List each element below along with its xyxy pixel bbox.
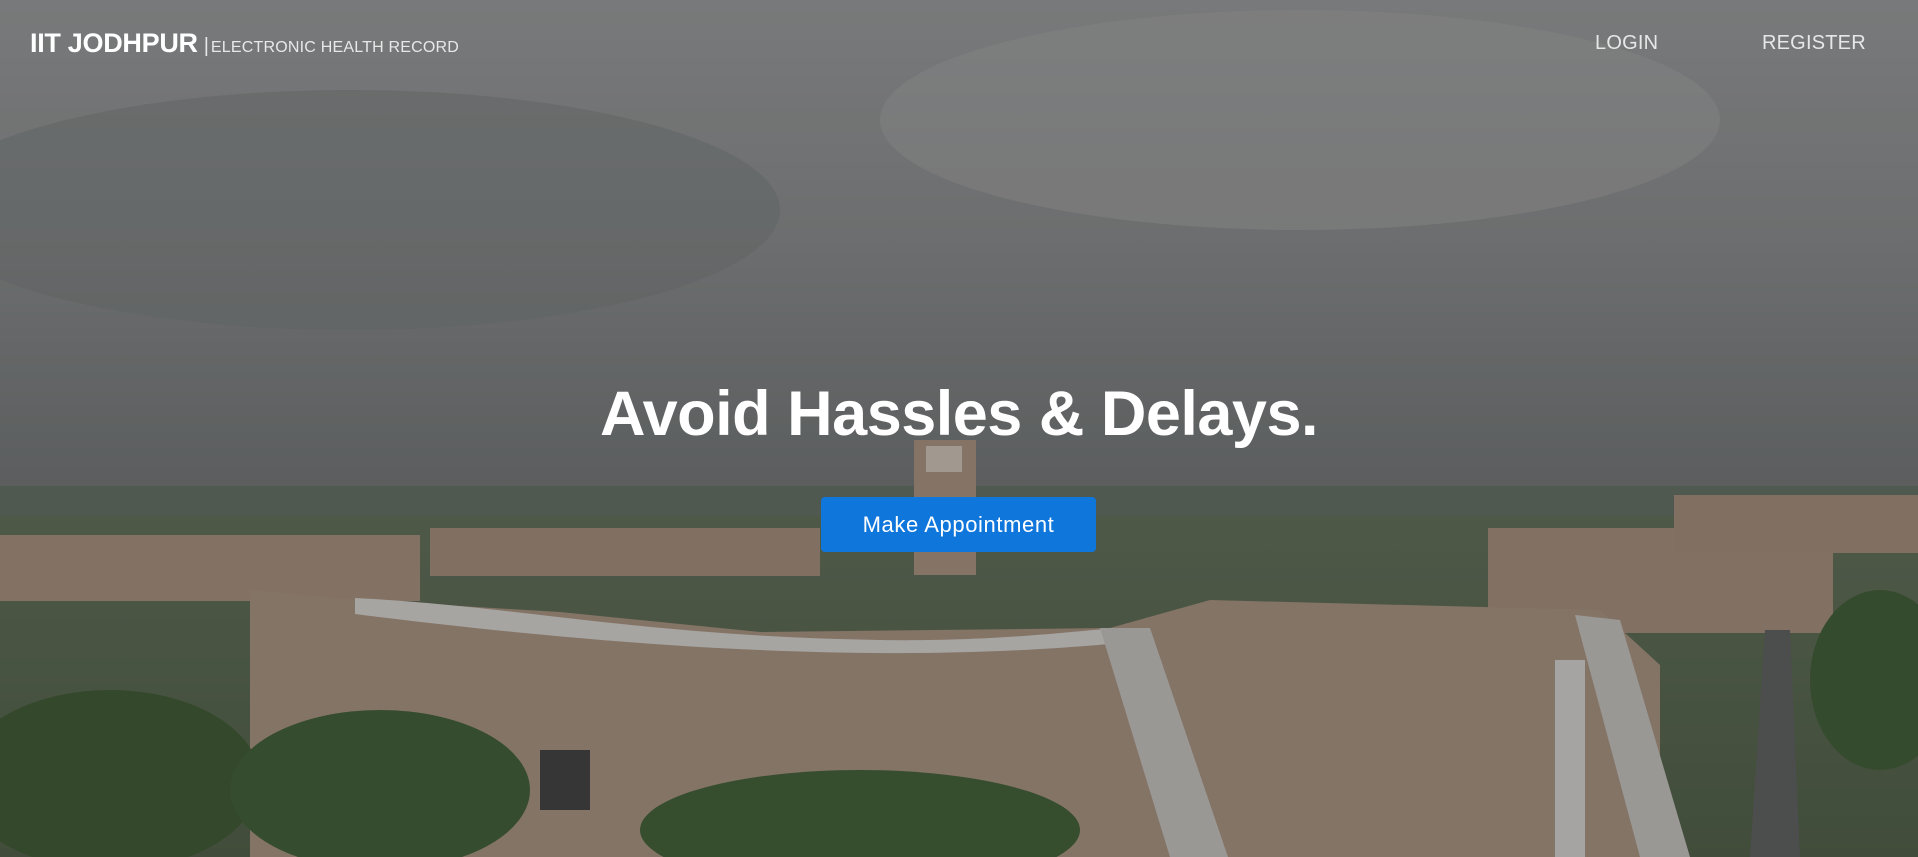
register-link[interactable]: REGISTER — [1762, 32, 1866, 55]
brand-logo[interactable]: IIT JODHPUR | ELECTRONIC HEALTH RECORD — [30, 28, 459, 59]
hero-headline: Avoid Hassles & Delays. — [599, 379, 1319, 449]
top-navbar: IIT JODHPUR | ELECTRONIC HEALTH RECORD LOG… — [0, 0, 1918, 90]
make-appointment-button[interactable]: Make Appointment — [821, 497, 1096, 552]
login-link[interactable]: LOGIN — [1595, 32, 1658, 55]
brand-divider: | — [203, 35, 209, 57]
hero-section: IIT JODHPUR | ELECTRONIC HEALTH RECORD LOG… — [0, 0, 1918, 857]
brand-title: IIT JODHPUR — [30, 28, 198, 58]
brand-subtitle: ELECTRONIC HEALTH RECORD — [210, 39, 460, 56]
